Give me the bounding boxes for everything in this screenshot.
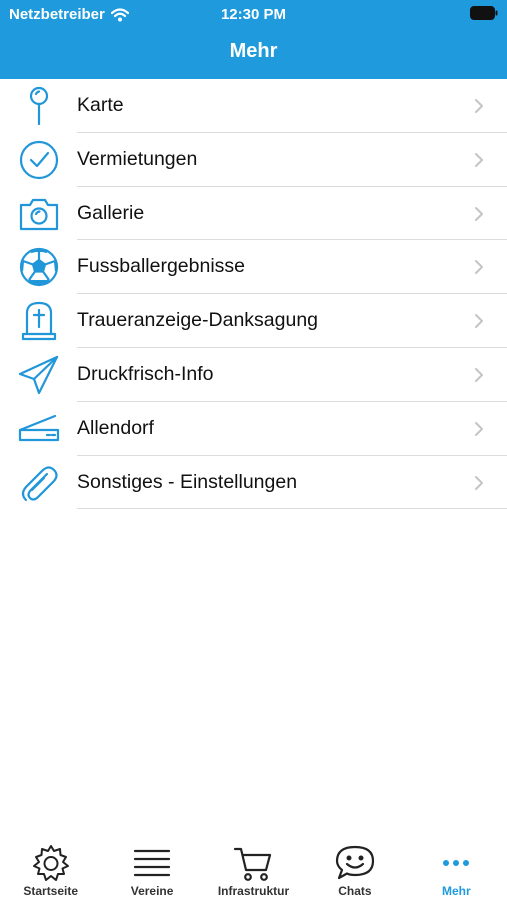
status-time: 12:30 PM <box>220 6 287 23</box>
menu-item-allendorf[interactable]: Allendorf <box>0 402 507 456</box>
separator <box>77 508 507 510</box>
tab-mehr[interactable]: Mehr <box>406 835 507 900</box>
menu-item-label: Fussballergebnisse <box>77 255 246 278</box>
chevron-right-icon <box>475 314 483 329</box>
menu-item-label: Allendorf <box>77 416 154 439</box>
top-header: Netzbetreiber 12:30 PM Mehr <box>0 0 507 79</box>
scanner-icon <box>17 408 61 450</box>
chevron-right-icon <box>475 206 483 221</box>
menu-item-vermietungen[interactable]: Vermietungen <box>0 133 507 187</box>
menu-list: Karte Vermietungen Gallerie Fussballerge… <box>0 79 507 510</box>
menu-item-gallerie[interactable]: Gallerie <box>0 187 507 241</box>
menu-item-label: Druckfrisch-Info <box>77 362 214 385</box>
menu-item-karte[interactable]: Karte <box>0 79 507 133</box>
checkmark-circle-icon <box>17 139 61 181</box>
paperclip-icon <box>17 462 61 504</box>
tab-bar: Startseite Vereine Infrastruktur Chats M… <box>0 835 507 900</box>
menu-item-label: Sonstiges - Einstellungen <box>77 470 298 493</box>
list-icon <box>132 844 172 884</box>
tab-infrastruktur[interactable]: Infrastruktur <box>203 835 304 900</box>
menu-item-label: Vermietungen <box>77 147 198 170</box>
chat-bubble-icon <box>335 844 375 884</box>
menu-item-label: Karte <box>77 94 124 116</box>
tab-label: Startseite <box>23 884 79 898</box>
tab-chats[interactable]: Chats <box>304 835 405 900</box>
tab-startseite[interactable]: Startseite <box>0 835 101 900</box>
chevron-right-icon <box>475 475 483 490</box>
status-bar: Netzbetreiber 12:30 PM <box>0 0 507 30</box>
menu-item-label: Gallerie <box>77 201 145 224</box>
menu-item-traueranzeige[interactable]: Traueranzeige-Danksagung <box>0 294 507 348</box>
chevron-right-icon <box>475 99 483 113</box>
paper-plane-icon <box>17 354 61 396</box>
more-dots-icon <box>436 844 476 884</box>
tab-vereine[interactable]: Vereine <box>101 835 202 900</box>
chevron-right-icon <box>475 367 483 382</box>
battery-icon <box>470 6 498 20</box>
menu-item-druckfrisch-info[interactable]: Druckfrisch-Info <box>0 348 507 402</box>
cart-icon <box>233 844 273 884</box>
chevron-right-icon <box>475 152 483 167</box>
menu-item-sonstiges-einstellungen[interactable]: Sonstiges - Einstellungen <box>0 456 507 510</box>
tab-label: Chats <box>338 884 372 898</box>
tab-label: Mehr <box>441 884 471 898</box>
chevron-right-icon <box>475 260 483 275</box>
gear-icon <box>31 844 71 884</box>
map-pin-icon <box>17 85 61 127</box>
tab-label: Vereine <box>130 884 174 898</box>
tab-label: Infrastruktur <box>217 884 290 898</box>
camera-icon <box>17 193 61 235</box>
menu-item-fussballergebnisse[interactable]: Fussballergebnisse <box>0 240 507 295</box>
soccer-ball-icon <box>17 246 61 288</box>
chevron-right-icon <box>475 421 483 436</box>
gravestone-icon <box>17 300 61 342</box>
page-title: Mehr <box>229 40 278 62</box>
menu-item-label: Traueranzeige-Danksagung <box>77 309 319 332</box>
